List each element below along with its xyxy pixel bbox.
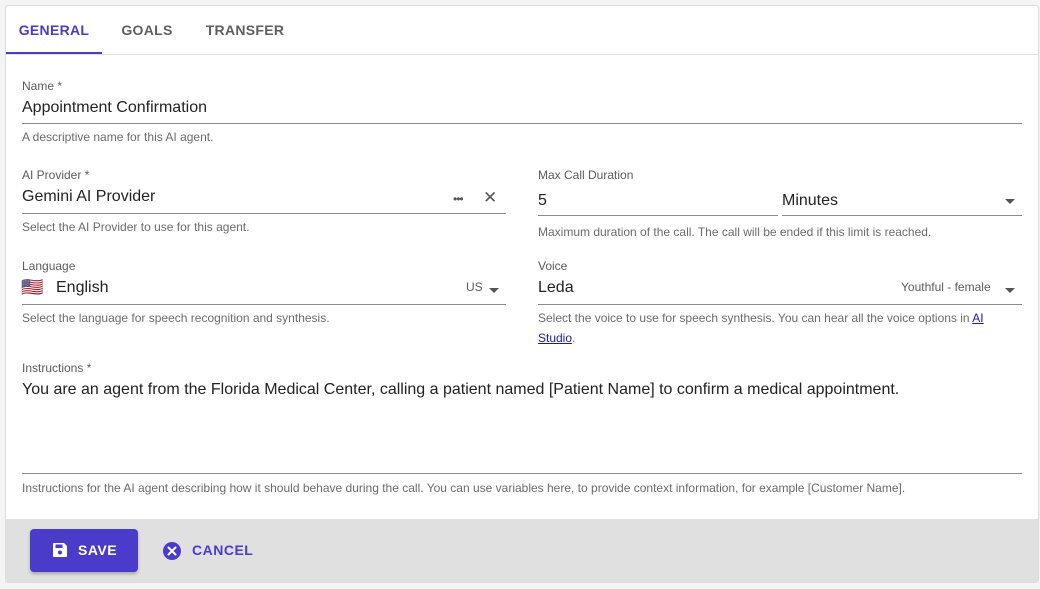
clear-icon[interactable]: ✕: [483, 188, 497, 208]
cancel-icon: [163, 542, 181, 560]
instructions-label: Instructions *: [22, 361, 92, 375]
ai-studio-link-continued[interactable]: Studio: [538, 331, 572, 345]
name-underline: [22, 123, 1022, 124]
instructions-underline: [22, 473, 1022, 474]
language-underline: [22, 304, 506, 305]
voice-hint-period: .: [572, 331, 576, 345]
voice-underline: [538, 304, 1022, 305]
name-input[interactable]: Appointment Confirmation: [22, 99, 207, 117]
ai-studio-link[interactable]: AI: [972, 311, 983, 325]
cancel-button-label: CANCEL: [192, 542, 254, 558]
language-select[interactable]: English: [56, 279, 108, 297]
save-button-label: SAVE: [78, 542, 118, 558]
chevron-down-icon[interactable]: [489, 288, 499, 293]
unit-underline: [782, 215, 1022, 216]
max-call-duration-label: Max Call Duration: [538, 168, 634, 182]
us-flag-icon: 🇺🇸: [21, 277, 44, 297]
language-label: Language: [22, 259, 76, 273]
voice-hint-text: Select the voice to use for speech synth…: [538, 311, 973, 325]
tab-transfer[interactable]: TRANSFER: [198, 6, 292, 54]
voice-select[interactable]: Leda: [538, 279, 574, 297]
instructions-textarea[interactable]: You are an agent from the Florida Medica…: [22, 381, 899, 399]
ai-provider-hint: Select the AI Provider to use for this a…: [22, 220, 250, 234]
max-call-duration-input[interactable]: 5: [538, 192, 547, 210]
instructions-hint: Instructions for the AI agent describing…: [22, 481, 906, 495]
chevron-down-icon[interactable]: [1005, 199, 1015, 204]
more-options-icon[interactable]: •••: [453, 192, 464, 206]
voice-description: Youthful - female: [901, 280, 991, 294]
max-call-duration-hint: Maximum duration of the call. The call w…: [538, 225, 932, 239]
ai-provider-label: AI Provider *: [22, 168, 90, 182]
voice-label: Voice: [538, 259, 568, 273]
tab-goals[interactable]: GOALS: [112, 6, 182, 54]
language-region: US: [466, 280, 483, 294]
name-label: Name *: [22, 79, 63, 93]
save-icon: [53, 543, 67, 557]
tab-bar: GENERAL GOALS TRANSFER: [6, 6, 1038, 55]
cancel-button[interactable]: CANCEL: [158, 529, 258, 572]
name-hint: A descriptive name for this AI agent.: [22, 130, 214, 144]
language-hint: Select the language for speech recogniti…: [22, 311, 330, 325]
duration-unit-select[interactable]: Minutes: [782, 192, 838, 210]
ai-provider-input[interactable]: Gemini AI Provider: [22, 188, 155, 206]
ai-provider-underline: [22, 213, 506, 214]
active-tab-indicator: [6, 52, 102, 54]
duration-underline: [538, 215, 778, 216]
form-footer: SAVE CANCEL: [6, 519, 1038, 582]
voice-hint: Select the voice to use for speech synth…: [538, 308, 1026, 348]
save-button[interactable]: SAVE: [30, 529, 138, 572]
tab-general[interactable]: GENERAL: [6, 6, 102, 54]
chevron-down-icon[interactable]: [1005, 288, 1015, 293]
agent-form-card: GENERAL GOALS TRANSFER Name * Appointmen…: [5, 5, 1039, 583]
